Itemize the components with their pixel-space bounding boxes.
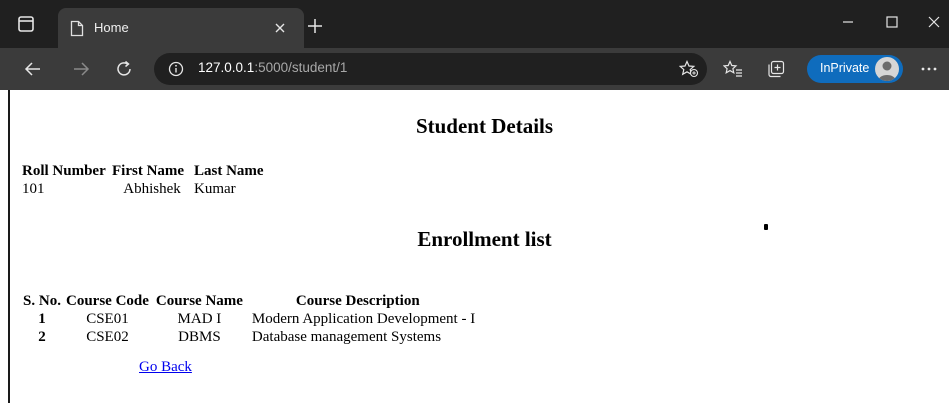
tab-strip: Home bbox=[0, 0, 949, 48]
table-header-row: S. No. Course Code Course Name Course De… bbox=[20, 292, 477, 310]
first-name-cell: Abhishek bbox=[123, 181, 181, 197]
address-bar[interactable]: 127.0.0.1:5000/student/1 bbox=[154, 53, 707, 85]
back-arrow-icon[interactable] bbox=[22, 58, 44, 80]
tab-actions-icon[interactable] bbox=[16, 14, 36, 34]
inprivate-label: InPrivate bbox=[820, 61, 870, 75]
forward-arrow-icon[interactable] bbox=[70, 58, 92, 80]
minimize-icon[interactable] bbox=[836, 10, 860, 34]
student-details-heading: Student Details bbox=[415, 114, 554, 138]
course-description-cell: Modern Application Development - I bbox=[251, 311, 476, 327]
info-icon[interactable] bbox=[168, 61, 184, 77]
column-header: Course Description bbox=[295, 293, 420, 309]
maximize-icon[interactable] bbox=[880, 10, 904, 34]
new-tab-icon[interactable] bbox=[305, 16, 325, 36]
collections-icon[interactable] bbox=[766, 59, 786, 79]
column-header: Course Code bbox=[66, 293, 149, 309]
column-header: Course Name bbox=[155, 293, 243, 309]
url-text: 127.0.0.1:5000/student/1 bbox=[198, 60, 347, 75]
go-back-link[interactable]: Go Back bbox=[139, 359, 192, 376]
column-header: S. No. bbox=[23, 293, 61, 309]
course-name-cell: DBMS bbox=[178, 329, 221, 345]
table-row: 101 Abhishek Kumar bbox=[20, 180, 266, 198]
column-header: Last Name bbox=[194, 163, 264, 179]
inprivate-button[interactable]: InPrivate bbox=[807, 55, 903, 83]
close-icon[interactable] bbox=[271, 19, 289, 37]
avatar bbox=[875, 57, 899, 81]
last-name-cell: Kumar bbox=[194, 181, 236, 197]
url-path: :5000/student/1 bbox=[254, 60, 348, 75]
tab-home[interactable]: Home bbox=[58, 8, 304, 48]
column-header: First Name bbox=[112, 163, 185, 179]
course-code-cell: CSE01 bbox=[86, 311, 129, 327]
student-table: Roll Number First Name Last Name 101 Abh… bbox=[20, 162, 266, 198]
table-header-row: Roll Number First Name Last Name bbox=[20, 162, 266, 180]
serial-number-cell: 2 bbox=[38, 329, 46, 345]
table-row: 2 CSE02 DBMS Database management Systems bbox=[20, 328, 477, 346]
course-description-cell: Database management Systems bbox=[251, 329, 442, 345]
add-favorite-icon[interactable] bbox=[678, 60, 699, 78]
column-header: Roll Number bbox=[22, 163, 106, 179]
more-icon[interactable] bbox=[918, 59, 940, 79]
enrollment-list-heading: Enrollment list bbox=[417, 227, 552, 251]
tab-title: Home bbox=[94, 20, 129, 35]
table-row: 1 CSE01 MAD I Modern Application Develop… bbox=[20, 310, 477, 328]
roll-number-cell: 101 bbox=[22, 181, 45, 197]
url-host: 127.0.0.1 bbox=[198, 60, 255, 75]
toolbar: 127.0.0.1:5000/student/1 InPrivate bbox=[0, 48, 949, 90]
window-close-icon[interactable] bbox=[922, 10, 946, 34]
enrollment-table: S. No. Course Code Course Name Course De… bbox=[20, 292, 477, 346]
course-name-cell: MAD I bbox=[177, 311, 222, 327]
reload-icon[interactable] bbox=[113, 58, 135, 80]
course-code-cell: CSE02 bbox=[86, 329, 129, 345]
page-content: Student Details Roll Number First Name L… bbox=[0, 90, 949, 403]
favorites-icon[interactable] bbox=[722, 59, 743, 79]
serial-number-cell: 1 bbox=[38, 311, 46, 327]
page-icon bbox=[70, 20, 84, 37]
